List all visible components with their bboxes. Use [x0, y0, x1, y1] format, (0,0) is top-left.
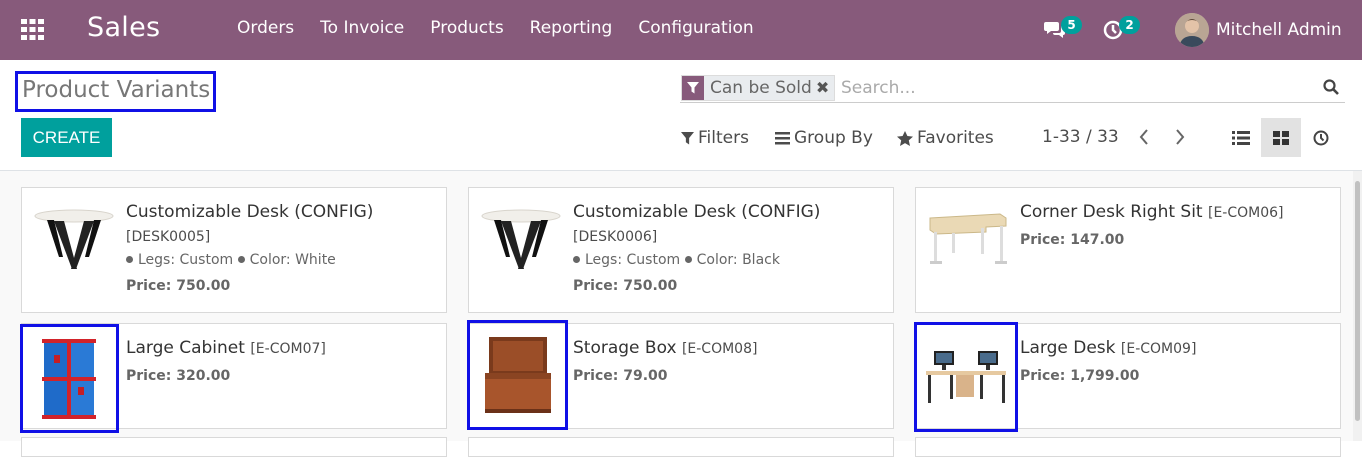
- group-by-label: Group By: [794, 128, 873, 148]
- messages-button[interactable]: 5: [1044, 16, 1086, 44]
- card-code: [E-COM06]: [1208, 205, 1284, 221]
- activities-button[interactable]: 2: [1103, 16, 1145, 44]
- create-button[interactable]: CREATE: [21, 118, 112, 157]
- card-code: [E-COM09]: [1120, 341, 1197, 357]
- search-bar: Can be Sold ✖: [680, 73, 1345, 103]
- card-code: [E-COM07]: [250, 341, 326, 357]
- chevron-right-icon[interactable]: [1175, 128, 1189, 148]
- search-input[interactable]: [841, 75, 1311, 101]
- user-menu[interactable]: Mitchell Admin: [1175, 13, 1342, 47]
- kanban-card[interactable]: Corner Desk Right Sit [E-COM06] Price: 1…: [915, 187, 1341, 313]
- card-title: Customizable Desk (CONFIG): [573, 202, 821, 222]
- card-body: Customizable Desk (CONFIG) [DESK0006] Le…: [573, 202, 885, 294]
- kanban-view: Customizable Desk (CONFIG) [DESK0005] Le…: [0, 171, 1362, 457]
- search-icon[interactable]: [1323, 79, 1339, 99]
- card-title: Storage Box: [573, 338, 677, 358]
- card-attr-legs: Legs: Custom: [138, 252, 234, 268]
- kanban-view-icon[interactable]: [1261, 118, 1301, 157]
- favorites-label: Favorites: [917, 128, 994, 148]
- large-desk-image: [914, 322, 1018, 432]
- kanban-card[interactable]: Customizable Desk (CONFIG) [DESK0006] Le…: [468, 187, 894, 313]
- activities-badge: 2: [1119, 16, 1140, 34]
- card-body: Large Cabinet [E-COM07] Price: 320.00: [126, 338, 438, 384]
- menu-configuration[interactable]: Configuration: [638, 18, 753, 38]
- card-attributes: Legs: Custom Color: White: [126, 251, 438, 269]
- card-price: Price: 750.00: [573, 278, 678, 294]
- card-body: Customizable Desk (CONFIG) [DESK0005] Le…: [126, 202, 438, 294]
- user-name: Mitchell Admin: [1216, 20, 1342, 40]
- kanban-card[interactable]: [468, 437, 894, 457]
- kanban-scrollbar[interactable]: [1353, 171, 1362, 441]
- close-icon[interactable]: ✖: [816, 76, 834, 100]
- round-white-desk-image: [478, 205, 564, 275]
- scrollbar-thumb[interactable]: [1355, 181, 1360, 421]
- card-title-row: Storage Box [E-COM08]: [573, 338, 885, 359]
- filter-icon: [681, 131, 694, 144]
- card-title-row: Large Cabinet [E-COM07]: [126, 338, 438, 359]
- card-price: Price: 79.00: [573, 368, 668, 384]
- card-title: Large Cabinet: [126, 338, 245, 358]
- menu-products[interactable]: Products: [430, 18, 503, 38]
- messages-badge: 5: [1061, 16, 1082, 34]
- page-title: Product Variants: [15, 71, 216, 112]
- kanban-card[interactable]: Large Desk [E-COM09] Price: 1,799.00: [914, 322, 1341, 432]
- kanban-card[interactable]: Customizable Desk (CONFIG) [DESK0005] Le…: [21, 187, 447, 313]
- card-title: Large Desk: [1020, 338, 1116, 358]
- filters-button[interactable]: Filters: [681, 127, 749, 149]
- star-icon: [897, 130, 913, 146]
- filters-label: Filters: [698, 128, 749, 148]
- kanban-card[interactable]: Large Cabinet [E-COM07] Price: 320.00: [20, 323, 447, 433]
- card-title: Corner Desk Right Sit: [1020, 202, 1203, 222]
- bars-icon: [775, 131, 790, 144]
- kanban-card[interactable]: [21, 437, 447, 457]
- app-brand[interactable]: Sales: [87, 12, 160, 43]
- wooden-box-image: [467, 320, 568, 430]
- list-view-icon[interactable]: [1221, 118, 1261, 157]
- corner-desk-image: [925, 205, 1011, 271]
- card-body: Large Desk [E-COM09] Price: 1,799.00: [1020, 338, 1332, 384]
- card-title-row: Large Desk [E-COM09]: [1020, 338, 1332, 359]
- menu-orders[interactable]: Orders: [237, 18, 294, 38]
- red-blue-cabinet-image: [20, 324, 119, 433]
- group-by-button[interactable]: Group By: [775, 127, 873, 149]
- card-ref: [DESK0006]: [573, 229, 658, 245]
- activity-view-icon[interactable]: [1301, 118, 1341, 157]
- card-price: Price: 147.00: [1020, 232, 1125, 248]
- card-attr-color: Color: Black: [696, 252, 780, 268]
- top-navbar: Sales Orders To Invoice Products Reporti…: [0, 0, 1362, 60]
- pager-value[interactable]: 1-33 / 33: [1042, 127, 1119, 147]
- menu-reporting[interactable]: Reporting: [530, 18, 613, 38]
- round-white-desk-image: [31, 205, 117, 275]
- facet-value: Can be Sold: [710, 78, 812, 98]
- main-menu: Orders To Invoice Products Reporting Con…: [237, 18, 780, 38]
- card-ref: [DESK0005]: [126, 229, 211, 245]
- card-attr-legs: Legs: Custom: [585, 252, 681, 268]
- grid-apps-icon[interactable]: [21, 19, 44, 40]
- card-attributes: Legs: Custom Color: Black: [573, 251, 885, 269]
- chevron-left-icon[interactable]: [1139, 128, 1153, 148]
- search-facet[interactable]: Can be Sold ✖: [681, 75, 836, 101]
- card-price: Price: 750.00: [126, 278, 231, 294]
- card-title: Customizable Desk (CONFIG): [126, 202, 374, 222]
- menu-to-invoice[interactable]: To Invoice: [320, 18, 404, 38]
- favorites-button[interactable]: Favorites: [897, 127, 994, 149]
- kanban-card[interactable]: [915, 437, 1341, 457]
- card-body: Corner Desk Right Sit [E-COM06] Price: 1…: [1020, 202, 1332, 248]
- card-title-row: Corner Desk Right Sit [E-COM06]: [1020, 202, 1332, 223]
- card-code: [E-COM08]: [681, 341, 758, 357]
- card-price: Price: 320.00: [126, 368, 231, 384]
- filter-icon: [682, 76, 704, 100]
- card-body: Storage Box [E-COM08] Price: 79.00: [573, 338, 885, 384]
- avatar: [1175, 13, 1209, 47]
- card-attr-color: Color: White: [249, 252, 336, 268]
- kanban-card[interactable]: Storage Box [E-COM08] Price: 79.00: [467, 320, 894, 430]
- card-price: Price: 1,799.00: [1020, 368, 1140, 384]
